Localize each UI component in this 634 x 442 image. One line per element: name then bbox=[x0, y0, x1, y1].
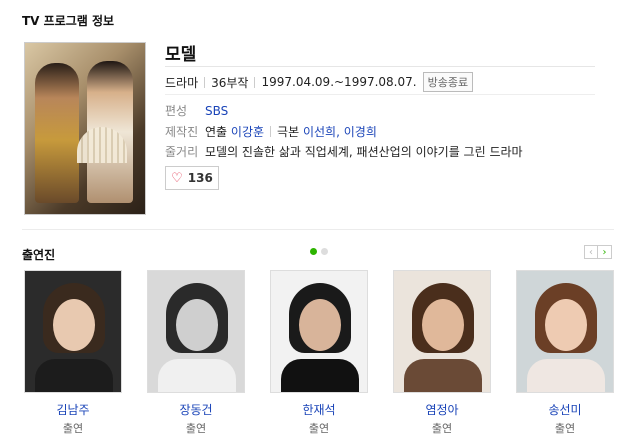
cast-photo-body bbox=[527, 359, 605, 392]
heart-icon: ♡ bbox=[171, 170, 183, 186]
title-divider bbox=[165, 66, 595, 67]
cast-role: 출연 bbox=[308, 422, 330, 435]
meta-separator bbox=[204, 76, 206, 88]
cast-photo-face bbox=[422, 299, 464, 351]
cast-card[interactable]: 송선미 출연 bbox=[516, 270, 614, 436]
program-meta: 드라마 36부작 1997.04.09.~1997.08.07. 방송종료 bbox=[165, 72, 474, 92]
cast-name[interactable]: 장동건 bbox=[147, 401, 245, 418]
like-button[interactable]: ♡ 136 bbox=[165, 166, 219, 190]
cast-card[interactable]: 김남주 출연 bbox=[24, 270, 122, 436]
section-title: TV 프로그램 정보 bbox=[22, 14, 115, 28]
director-link[interactable]: 이강훈 bbox=[231, 123, 264, 140]
cast-title: 출연진 bbox=[22, 248, 56, 262]
broadcaster-link[interactable]: SBS bbox=[205, 104, 228, 118]
cast-photo[interactable] bbox=[147, 270, 245, 393]
broadcast-period: 1997.04.09.~1997.08.07. bbox=[261, 75, 417, 89]
poster-figure-left bbox=[35, 63, 79, 203]
prev-button[interactable]: ‹ bbox=[584, 245, 598, 259]
writer-label: 극본 bbox=[277, 125, 300, 139]
staff-label: 제작진 bbox=[165, 125, 199, 139]
staff-separator bbox=[270, 126, 272, 137]
director-label: 연출 bbox=[205, 125, 228, 139]
cast-photo[interactable] bbox=[270, 270, 368, 393]
broadcaster-label: 편성 bbox=[165, 104, 188, 118]
genre: 드라마 bbox=[165, 75, 199, 90]
pagination-dot[interactable] bbox=[321, 248, 328, 255]
like-count: 136 bbox=[187, 171, 213, 185]
staff-row: 제작진 연출 이강훈 극본 이선희 , 이경희 bbox=[165, 123, 377, 140]
cast-photo-face bbox=[53, 299, 95, 351]
program-title: 모델 bbox=[165, 45, 197, 65]
program-poster[interactable] bbox=[24, 42, 146, 215]
cast-photo-face bbox=[299, 299, 341, 351]
cast-photo-body bbox=[281, 359, 359, 392]
cast-name[interactable]: 한재석 bbox=[270, 401, 368, 418]
cast-photo[interactable] bbox=[24, 270, 122, 393]
cast-role: 출연 bbox=[554, 422, 576, 435]
pagination-dot-active[interactable] bbox=[310, 248, 317, 255]
section-divider bbox=[22, 229, 614, 230]
cast-photo-face bbox=[545, 299, 587, 351]
cast-photo[interactable] bbox=[516, 270, 614, 393]
chevron-left-icon: ‹ bbox=[589, 246, 593, 258]
chevron-right-icon: › bbox=[602, 246, 607, 258]
cast-card[interactable]: 한재석 출연 bbox=[270, 270, 368, 436]
cast-name[interactable]: 송선미 bbox=[516, 401, 614, 418]
cast-role: 출연 bbox=[185, 422, 207, 435]
next-button[interactable]: › bbox=[598, 245, 612, 259]
meta-divider bbox=[165, 94, 595, 95]
cast-photo-body bbox=[158, 359, 236, 392]
carousel-pagination bbox=[310, 248, 328, 255]
cast-name[interactable]: 김남주 bbox=[24, 401, 122, 418]
cast-card[interactable]: 장동건 출연 bbox=[147, 270, 245, 436]
cast-role: 출연 bbox=[62, 422, 84, 435]
writer-comma: , bbox=[336, 124, 340, 139]
cast-photo[interactable] bbox=[393, 270, 491, 393]
episodes: 36부작 bbox=[211, 75, 249, 90]
cast-photo-face bbox=[176, 299, 218, 351]
synopsis-text: 모델의 진솔한 삶과 직업세계, 패션산업의 이야기를 그린 드라마 bbox=[205, 145, 523, 159]
writer-link-1[interactable]: 이선희 bbox=[303, 123, 336, 140]
cast-card[interactable]: 염정아 출연 bbox=[393, 270, 491, 436]
cast-name[interactable]: 염정아 bbox=[393, 401, 491, 418]
cast-photo-body bbox=[404, 359, 482, 392]
writer-link-2[interactable]: 이경희 bbox=[344, 123, 377, 140]
cast-photo-body bbox=[35, 359, 113, 392]
cast-role: 출연 bbox=[431, 422, 453, 435]
status-badge: 방송종료 bbox=[422, 72, 474, 92]
broadcaster-row: 편성 SBS bbox=[165, 102, 228, 119]
synopsis-label: 줄거리 bbox=[165, 145, 199, 159]
meta-separator bbox=[254, 76, 256, 88]
synopsis-row: 줄거리 모델의 진솔한 삶과 직업세계, 패션산업의 이야기를 그린 드라마 bbox=[165, 143, 523, 160]
